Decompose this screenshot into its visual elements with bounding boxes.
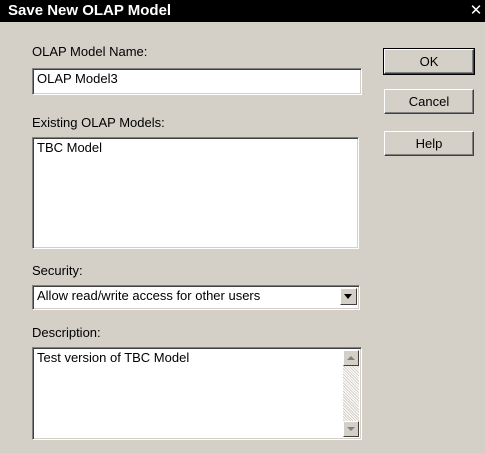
description-label: Description: <box>32 325 101 340</box>
description-scrollbar[interactable] <box>343 350 359 437</box>
description-value: Test version of TBC Model <box>37 350 190 365</box>
description-textarea[interactable]: Test version of TBC Model <box>32 347 362 440</box>
close-icon[interactable]: ✕ <box>467 0 485 22</box>
scroll-down-arrow-icon[interactable] <box>343 421 359 437</box>
security-select[interactable]: Allow read/write access for other users <box>32 285 360 310</box>
existing-models-label: Existing OLAP Models: <box>32 115 165 130</box>
model-name-label: OLAP Model Name: <box>32 44 148 59</box>
ok-button[interactable]: OK <box>383 48 475 75</box>
help-button[interactable]: Help <box>384 131 474 156</box>
list-item[interactable]: TBC Model <box>37 140 354 155</box>
chevron-down-icon[interactable] <box>340 288 357 305</box>
title-bar: Save New OLAP Model ✕ <box>0 0 485 22</box>
save-olap-model-dialog: Save New OLAP Model ✕ OLAP Model Name: O… <box>0 0 485 453</box>
security-label: Security: <box>32 263 83 278</box>
model-name-value: OLAP Model3 <box>37 71 118 86</box>
security-selected-value: Allow read/write access for other users <box>37 288 261 303</box>
model-name-input[interactable]: OLAP Model3 <box>32 68 362 95</box>
dialog-title: Save New OLAP Model <box>8 2 172 19</box>
existing-models-list[interactable]: TBC Model <box>32 137 359 249</box>
cancel-button[interactable]: Cancel <box>384 89 474 114</box>
scroll-up-arrow-icon[interactable] <box>343 350 359 366</box>
